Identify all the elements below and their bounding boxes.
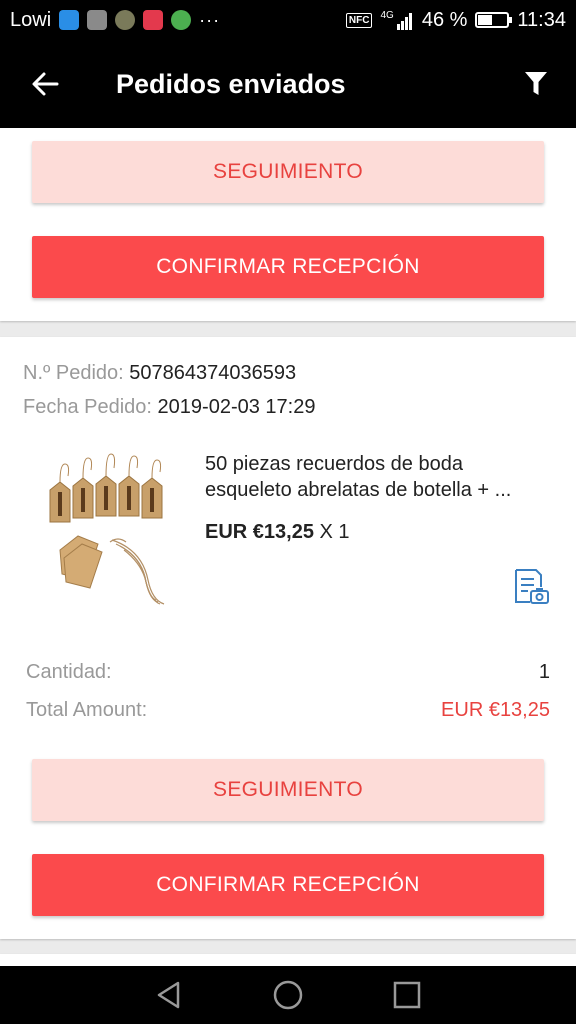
order-card-previous: SEGUIMIENTO CONFIRMAR RECEPCIÓN xyxy=(0,128,576,321)
product-image[interactable] xyxy=(40,450,172,610)
triangle-back-icon xyxy=(158,981,180,1009)
total-value: EUR €13,25 xyxy=(441,699,550,721)
product-title[interactable]: 50 piezas recuerdos de boda esqueleto ab… xyxy=(205,451,550,503)
nfc-icon: NFC xyxy=(345,12,373,28)
status-bar: Lowi ··· NFC 4G 46 % 11:34 xyxy=(0,0,576,40)
confirm-receipt-button[interactable]: CONFIRMAR RECEPCIÓN xyxy=(32,236,544,298)
order-number-row: N.º Pedido: 507864374036593 xyxy=(23,362,296,385)
battery-icon xyxy=(475,12,513,28)
total-row: Total Amount: EUR €13,25 xyxy=(26,699,550,722)
messenger-icon xyxy=(59,10,80,30)
product-quantity: X 1 xyxy=(319,521,350,543)
back-arrow-icon xyxy=(32,72,59,96)
total-label: Total Amount: xyxy=(26,699,148,721)
order-date: 2019-02-03 17:29 xyxy=(157,396,316,418)
page-title: Pedidos enviados xyxy=(116,68,346,99)
photo-review-button[interactable] xyxy=(512,568,550,606)
filter-icon xyxy=(525,72,547,95)
carrier-label: Lowi xyxy=(10,8,52,31)
document-camera-icon xyxy=(515,569,549,604)
product-price: EUR €13,25 xyxy=(205,521,314,543)
product-price-row: EUR €13,25 X 1 xyxy=(205,521,350,544)
order-number: 507864374036593 xyxy=(129,362,297,384)
system-nav-bar xyxy=(0,966,576,1024)
square-recents-icon xyxy=(393,981,420,1009)
confirm-receipt-button[interactable]: CONFIRMAR RECEPCIÓN xyxy=(32,854,544,916)
tracking-button[interactable]: SEGUIMIENTO xyxy=(32,759,544,821)
order-date-label: Fecha Pedido: xyxy=(23,396,152,418)
battery-percent: 46 % xyxy=(421,8,468,31)
nav-home-button[interactable] xyxy=(270,977,306,1013)
app-bar: Pedidos enviados xyxy=(0,40,576,128)
photo-icon xyxy=(87,10,108,30)
nav-back-button[interactable] xyxy=(151,977,187,1013)
more-notifications-indicator: ··· xyxy=(199,9,221,30)
network-type: 4G xyxy=(380,10,394,21)
battery-level xyxy=(478,15,493,25)
clock: 11:34 xyxy=(517,8,566,31)
order-card-next xyxy=(0,954,576,966)
back-button[interactable] xyxy=(0,40,90,128)
b-app-icon xyxy=(171,10,192,30)
tracking-button[interactable]: SEGUIMIENTO xyxy=(32,141,544,203)
signal-icon: 4G xyxy=(380,10,413,30)
orders-list[interactable]: SEGUIMIENTO CONFIRMAR RECEPCIÓN N.º Pedi… xyxy=(0,128,576,966)
quantity-value: 1 xyxy=(538,661,550,683)
circle-home-icon xyxy=(273,980,303,1010)
order-card: N.º Pedido: 507864374036593 Fecha Pedido… xyxy=(0,337,576,939)
nav-recents-button[interactable] xyxy=(389,977,425,1013)
quantity-label: Cantidad: xyxy=(26,661,112,683)
avatar-icon xyxy=(115,10,136,30)
order-number-label: N.º Pedido: xyxy=(23,362,124,384)
filter-button[interactable] xyxy=(496,40,576,128)
quantity-row: Cantidad: 1 xyxy=(26,661,550,684)
pocket-icon xyxy=(143,10,164,30)
order-date-row: Fecha Pedido: 2019-02-03 17:29 xyxy=(23,396,315,419)
